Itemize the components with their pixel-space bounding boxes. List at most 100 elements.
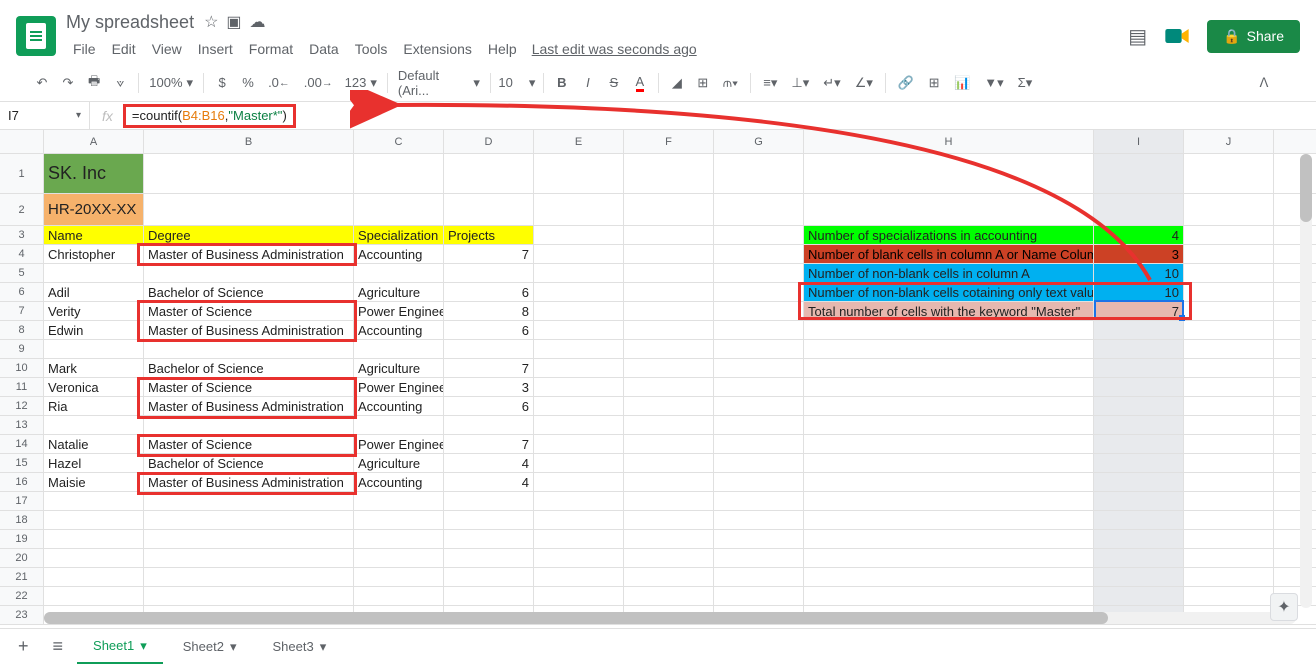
spreadsheet-grid[interactable]: A B C D E F G H I J 1 SK. Inc 2 HR-20XX-… (0, 130, 1316, 628)
menu-help[interactable]: Help (481, 37, 524, 61)
paint-format-button[interactable]: ⟇ (108, 70, 132, 96)
app-header: My spreadsheet ☆ ▣ ☁ File Edit View Inse… (0, 0, 1316, 64)
horizontal-scrollbar[interactable] (44, 612, 1296, 624)
rotate-button[interactable]: ∠▾ (849, 70, 879, 96)
percent-button[interactable]: % (236, 70, 260, 96)
title-area: My spreadsheet ☆ ▣ ☁ File Edit View Inse… (66, 12, 1128, 61)
grid-rows: 1 SK. Inc 2 HR-20XX-XX 3 Name Degree Spe… (0, 154, 1316, 625)
sheet-tabs: + ≡ Sheet1▾ Sheet2▾ Sheet3▾ (0, 628, 1316, 664)
row-10: 10 Mark Bachelor of Science Agriculture … (0, 359, 1316, 378)
menu-data[interactable]: Data (302, 37, 346, 61)
star-icon[interactable]: ☆ (204, 12, 218, 32)
explore-button[interactable]: ✦ (1270, 593, 1298, 621)
col-header-F[interactable]: F (624, 130, 714, 153)
fill-color-button[interactable]: ◢ (665, 70, 689, 96)
cell-I1[interactable] (1094, 154, 1184, 193)
wrap-button[interactable]: ↵▾ (817, 70, 846, 96)
number-format-select[interactable]: 123▾ (341, 75, 381, 91)
text-color-button[interactable]: A (628, 70, 652, 96)
row-header-1[interactable]: 1 (0, 154, 44, 193)
halign-button[interactable]: ≡▾ (757, 70, 783, 96)
select-all-corner[interactable] (0, 130, 44, 153)
row-1: 1 SK. Inc (0, 154, 1316, 194)
menubar: File Edit View Insert Format Data Tools … (66, 37, 1128, 61)
font-select[interactable]: Default (Ari...▾ (394, 68, 484, 98)
sheet-tab-1[interactable]: Sheet1▾ (77, 630, 163, 664)
col-header-I[interactable]: I (1094, 130, 1184, 153)
vertical-scrollbar[interactable] (1300, 154, 1312, 608)
all-sheets-button[interactable]: ≡ (43, 630, 74, 663)
menu-format[interactable]: Format (242, 37, 300, 61)
expand-toolbar-button[interactable]: ᐱ (1252, 70, 1276, 96)
menu-view[interactable]: View (145, 37, 189, 61)
cell-A2[interactable]: HR-20XX-XX (44, 194, 144, 225)
row-16: 16 Maisie Master of Business Administrat… (0, 473, 1316, 492)
filter-button[interactable]: ▼▾ (978, 70, 1009, 96)
increase-decimal-button[interactable]: .00→ (298, 70, 339, 96)
cloud-icon[interactable]: ☁ (250, 12, 266, 32)
meet-icon[interactable] (1163, 22, 1191, 50)
sheet-tab-2[interactable]: Sheet2▾ (167, 631, 253, 663)
comments-icon[interactable]: ▤ (1128, 24, 1147, 49)
bold-button[interactable]: B (550, 70, 574, 96)
document-title[interactable]: My spreadsheet (66, 12, 194, 33)
merge-button[interactable]: ⫙▾ (717, 70, 744, 96)
sheet-tab-3[interactable]: Sheet3▾ (257, 631, 343, 663)
row-2: 2 HR-20XX-XX (0, 194, 1316, 226)
cell-B1[interactable] (144, 154, 354, 193)
undo-button[interactable]: ↶ (30, 70, 54, 96)
strike-button[interactable]: S (602, 70, 626, 96)
link-button[interactable]: 🔗 (892, 70, 920, 96)
cell-D1[interactable] (444, 154, 534, 193)
zoom-select[interactable]: 100%▾ (145, 75, 197, 91)
chart-button[interactable]: 📊 (948, 70, 976, 96)
col-header-H[interactable]: H (804, 130, 1094, 153)
row-6: 6 Adil Bachelor of Science Agriculture 6… (0, 283, 1316, 302)
cell-H7[interactable]: Total number of cells with the keyword "… (804, 302, 1094, 320)
move-icon[interactable]: ▣ (226, 12, 241, 32)
italic-button[interactable]: I (576, 70, 600, 96)
cell-E1[interactable] (534, 154, 624, 193)
row-13: 13 (0, 416, 1316, 435)
currency-button[interactable]: $ (210, 70, 234, 96)
cell-H1[interactable] (804, 154, 1094, 193)
valign-button[interactable]: ⊥▾ (785, 70, 815, 96)
col-header-G[interactable]: G (714, 130, 804, 153)
col-header-D[interactable]: D (444, 130, 534, 153)
cell-C1[interactable] (354, 154, 444, 193)
redo-button[interactable]: ↷ (56, 70, 80, 96)
menu-insert[interactable]: Insert (191, 37, 240, 61)
name-box[interactable]: I7▾ (0, 102, 90, 129)
col-header-J[interactable]: J (1184, 130, 1274, 153)
formula-input[interactable]: =countif(B4:B16,"Master*") (132, 108, 287, 124)
menu-edit[interactable]: Edit (105, 37, 143, 61)
share-button[interactable]: 🔒 Share (1207, 20, 1300, 53)
row-header-2[interactable]: 2 (0, 194, 44, 225)
decrease-decimal-button[interactable]: .0← (262, 70, 296, 96)
borders-button[interactable]: ⊞ (691, 70, 715, 96)
row-11: 11 Veronica Master of Science Power Engi… (0, 378, 1316, 397)
cell-F1[interactable] (624, 154, 714, 193)
menu-tools[interactable]: Tools (348, 37, 395, 61)
row-15: 15 Hazel Bachelor of Science Agriculture… (0, 454, 1316, 473)
cell-A1[interactable]: SK. Inc (44, 154, 144, 193)
col-header-C[interactable]: C (354, 130, 444, 153)
print-button[interactable]: 🖶 (82, 70, 106, 96)
col-header-B[interactable]: B (144, 130, 354, 153)
functions-button[interactable]: Σ▾ (1012, 70, 1039, 96)
cell-J1[interactable] (1184, 154, 1274, 193)
comment-button[interactable]: ⊞ (922, 70, 946, 96)
sheets-logo[interactable] (16, 16, 56, 56)
row-4: 4 Christopher Master of Business Adminis… (0, 245, 1316, 264)
col-header-A[interactable]: A (44, 130, 144, 153)
cell-G1[interactable] (714, 154, 804, 193)
fontsize-select[interactable]: 10▾ (497, 75, 537, 91)
menu-file[interactable]: File (66, 37, 103, 61)
last-edit[interactable]: Last edit was seconds ago (532, 37, 697, 61)
menu-extensions[interactable]: Extensions (396, 37, 478, 61)
add-sheet-button[interactable]: + (8, 630, 39, 663)
cell-I7[interactable]: 7 (1094, 302, 1184, 320)
row-3: 3 Name Degree Specialization Projects Nu… (0, 226, 1316, 245)
col-header-E[interactable]: E (534, 130, 624, 153)
toolbar: ↶ ↷ 🖶 ⟇ 100%▾ $ % .0← .00→ 123▾ Default … (0, 64, 1316, 102)
